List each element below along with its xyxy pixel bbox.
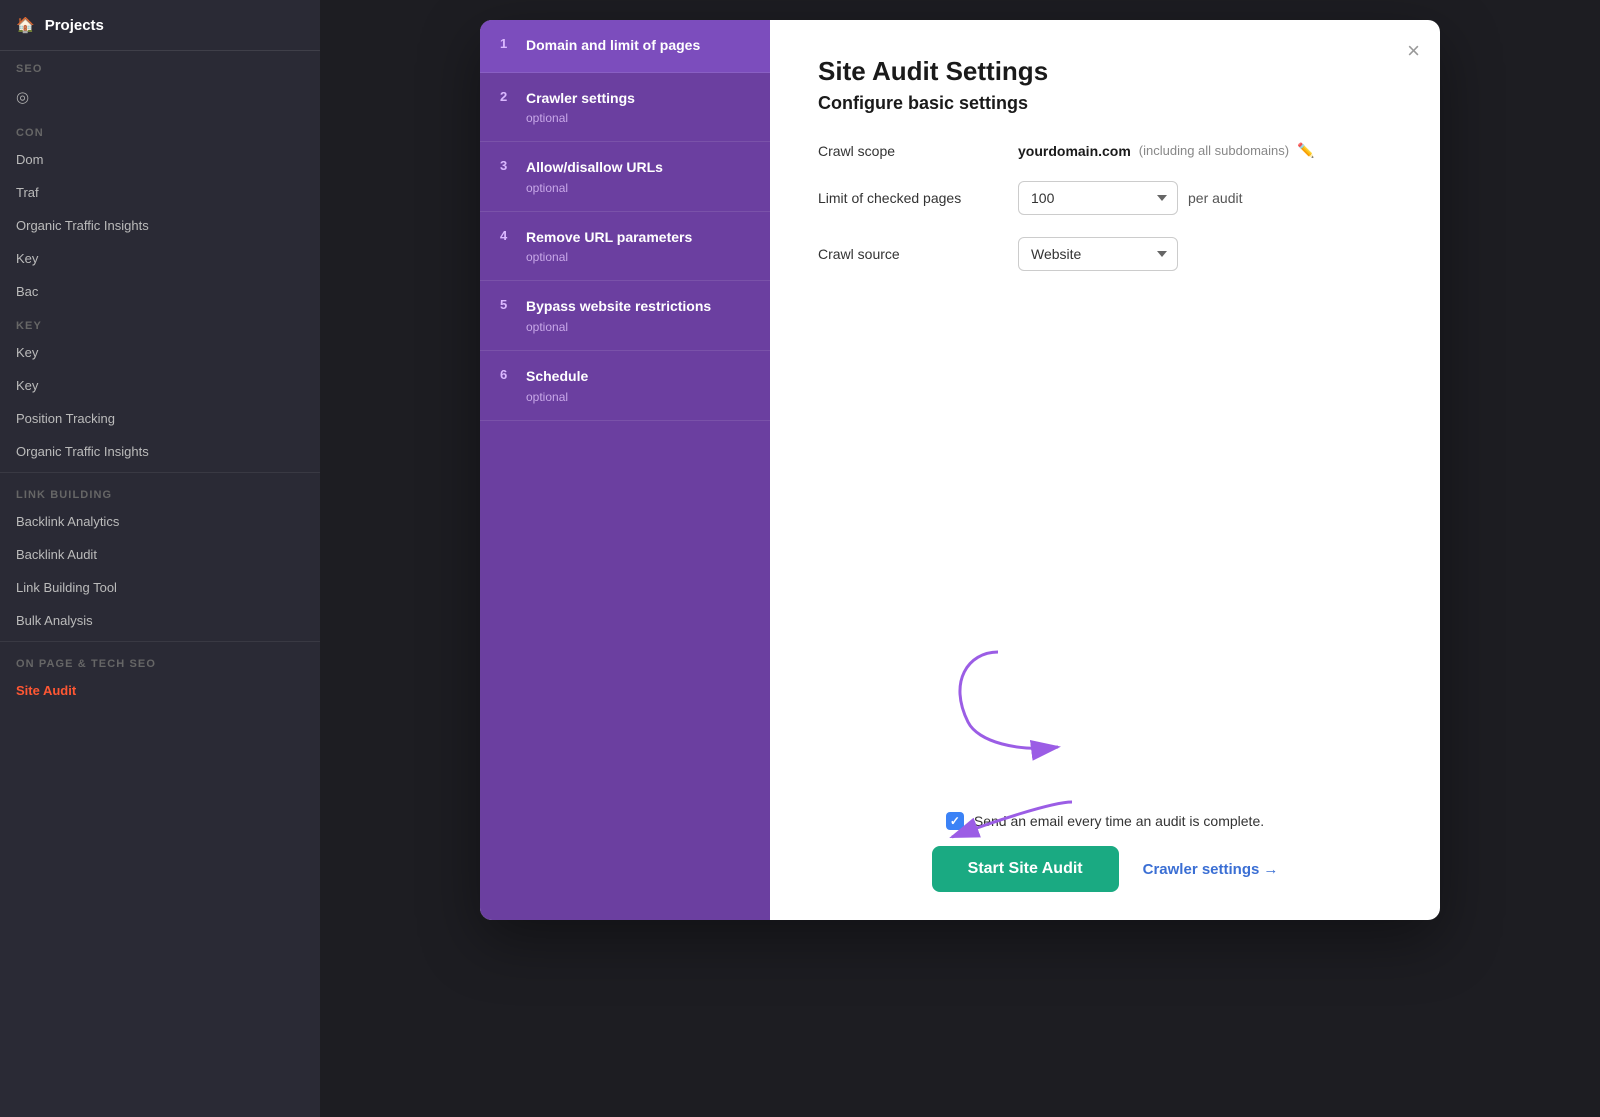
wizard-step-5-sub: optional	[500, 320, 750, 334]
wizard-step-2[interactable]: 2 Crawler settings optional	[480, 73, 770, 143]
wizard-step-3-num: 3	[500, 158, 518, 173]
main-content-area: 1 Domain and limit of pages 2 Crawler se…	[320, 0, 1600, 1117]
modal-title: Site Audit Settings	[818, 56, 1392, 87]
arrow-to-start	[912, 782, 1092, 862]
crawl-scope-domain: yourdomain.com	[1018, 143, 1131, 159]
sidebar-item-target[interactable]: ◎	[0, 79, 320, 115]
crawler-settings-link[interactable]: Crawler settings →	[1143, 861, 1279, 878]
sidebar-item-site-audit[interactable]: Site Audit	[0, 674, 320, 707]
target-icon: ◎	[16, 88, 29, 106]
sidebar-item-organic-traffic[interactable]: Organic Traffic Insights	[0, 209, 320, 242]
site-audit-modal: 1 Domain and limit of pages 2 Crawler se…	[480, 20, 1440, 920]
section-label-key: KEY	[0, 308, 320, 336]
home-icon: 🏠	[16, 16, 35, 34]
divider1	[0, 472, 320, 473]
section-label-onpage: ON PAGE & TECH SEO	[0, 646, 320, 674]
wizard-step-4-header: 4 Remove URL parameters	[500, 228, 750, 248]
wizard-step-4[interactable]: 4 Remove URL parameters optional	[480, 212, 770, 282]
wizard-step-3[interactable]: 3 Allow/disallow URLs optional	[480, 142, 770, 212]
crawl-scope-suffix: (including all subdomains)	[1139, 143, 1289, 158]
wizard-step-6-num: 6	[500, 367, 518, 382]
wizard-step-1[interactable]: 1 Domain and limit of pages	[480, 20, 770, 73]
wizard-step-1-title: Domain and limit of pages	[526, 36, 700, 56]
wizard-step-2-header: 2 Crawler settings	[500, 89, 750, 109]
sidebar-item-backlinks[interactable]: Bac	[0, 275, 320, 308]
limit-pages-select[interactable]: 100 500 1000 5000 10000 20000	[1018, 181, 1178, 215]
wizard-step-2-sub: optional	[500, 111, 750, 125]
sidebar-item-key2[interactable]: Key	[0, 369, 320, 402]
per-audit-label: per audit	[1188, 190, 1242, 206]
wizard-step-1-header: 1 Domain and limit of pages	[500, 36, 750, 56]
sidebar-item-dom[interactable]: Dom	[0, 143, 320, 176]
wizard-step-3-title: Allow/disallow URLs	[526, 158, 663, 178]
wizard-step-4-sub: optional	[500, 250, 750, 264]
limit-pages-control: 100 500 1000 5000 10000 20000 per audit	[1018, 181, 1242, 215]
modal-inner: 1 Domain and limit of pages 2 Crawler se…	[480, 20, 1440, 920]
edit-domain-icon[interactable]: ✏️	[1297, 142, 1314, 159]
wizard-step-6-sub: optional	[500, 390, 750, 404]
modal-subtitle: Configure basic settings	[818, 93, 1392, 114]
wizard-step-4-num: 4	[500, 228, 518, 243]
sidebar-item-backlink-analytics[interactable]: Backlink Analytics	[0, 505, 320, 538]
limit-pages-label: Limit of checked pages	[818, 190, 1018, 206]
modal-close-button[interactable]: ×	[1407, 40, 1420, 62]
left-sidebar: 🏠 Projects SEO ◎ CON Dom Traf Organic Tr…	[0, 0, 320, 1117]
wizard-step-3-sub: optional	[500, 181, 750, 195]
crawl-source-select[interactable]: Website Sitemap Text file	[1018, 237, 1178, 271]
section-label-seo: SEO	[0, 51, 320, 79]
sidebar-section-linkbuilding: LINK BUILDING Backlink Analytics Backlin…	[0, 477, 320, 637]
sidebar-section-content: CON Dom Traf Organic Traffic Insights Ke…	[0, 115, 320, 308]
wizard-step-2-title: Crawler settings	[526, 89, 635, 109]
sidebar-item-backlink-audit[interactable]: Backlink Audit	[0, 538, 320, 571]
wizard-nav: 1 Domain and limit of pages 2 Crawler se…	[480, 20, 770, 920]
sidebar-title: Projects	[45, 17, 104, 34]
section-label-linkbuilding: LINK BUILDING	[0, 477, 320, 505]
wizard-step-1-num: 1	[500, 36, 518, 51]
wizard-step-6-header: 6 Schedule	[500, 367, 750, 387]
wizard-step-3-header: 3 Allow/disallow URLs	[500, 158, 750, 178]
sidebar-item-bulk-analysis[interactable]: Bulk Analysis	[0, 604, 320, 637]
section-label-con: CON	[0, 115, 320, 143]
arrow-to-checkbox	[938, 642, 1158, 762]
wizard-step-5-num: 5	[500, 297, 518, 312]
wizard-step-5[interactable]: 5 Bypass website restrictions optional	[480, 281, 770, 351]
wizard-step-5-header: 5 Bypass website restrictions	[500, 297, 750, 317]
sidebar-item-link-building[interactable]: Link Building Tool	[0, 571, 320, 604]
sidebar-section-onpage: ON PAGE & TECH SEO Site Audit	[0, 646, 320, 707]
sidebar-section-seo: SEO ◎	[0, 51, 320, 115]
wizard-step-4-title: Remove URL parameters	[526, 228, 692, 248]
wizard-step-5-title: Bypass website restrictions	[526, 297, 711, 317]
crawl-source-row: Crawl source Website Sitemap Text file	[818, 237, 1392, 271]
sidebar-item-key1[interactable]: Key	[0, 336, 320, 369]
crawl-scope-row: Crawl scope yourdomain.com (including al…	[818, 142, 1392, 159]
crawl-scope-value: yourdomain.com (including all subdomains…	[1018, 142, 1315, 159]
sidebar-item-organic-insights[interactable]: Organic Traffic Insights	[0, 435, 320, 468]
limit-pages-row: Limit of checked pages 100 500 1000 5000…	[818, 181, 1392, 215]
sidebar-header: 🏠 Projects	[0, 0, 320, 51]
crawl-source-label: Crawl source	[818, 246, 1018, 262]
crawler-settings-arrow: →	[1263, 861, 1278, 878]
wizard-step-6-title: Schedule	[526, 367, 588, 387]
sidebar-item-keywords[interactable]: Key	[0, 242, 320, 275]
sidebar-item-traffic[interactable]: Traf	[0, 176, 320, 209]
crawl-scope-label: Crawl scope	[818, 143, 1018, 159]
sidebar-item-position-tracking[interactable]: Position Tracking	[0, 402, 320, 435]
sidebar-section-key: KEY Key Key Position Tracking Organic Tr…	[0, 308, 320, 468]
modal-footer: Send an email every time an audit is com…	[818, 792, 1392, 892]
crawler-settings-link-text: Crawler settings	[1143, 861, 1260, 878]
wizard-step-2-num: 2	[500, 89, 518, 104]
divider2	[0, 641, 320, 642]
modal-main-content: × Site Audit Settings Configure basic se…	[770, 20, 1440, 920]
wizard-step-6[interactable]: 6 Schedule optional	[480, 351, 770, 421]
